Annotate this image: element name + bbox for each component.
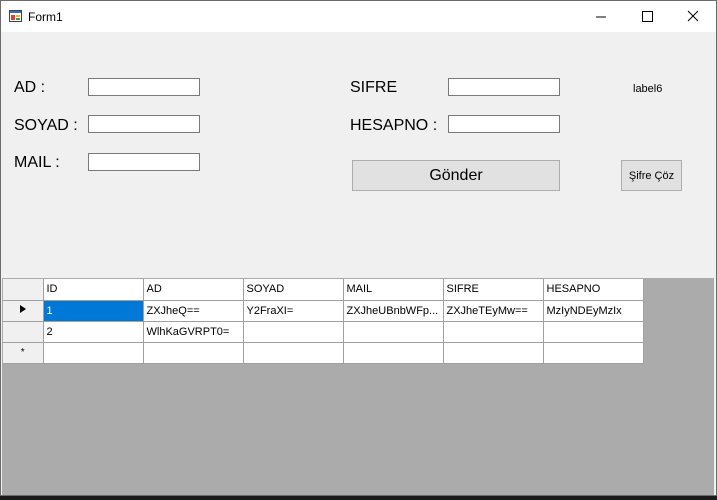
grid-cell[interactable]: ZXJheQ== — [143, 300, 244, 322]
new-row[interactable]: * — [3, 342, 644, 364]
ad-input[interactable] — [88, 78, 200, 96]
row-header[interactable] — [3, 321, 44, 343]
grid-cell[interactable]: ZXJheTEyMw== — [443, 300, 544, 322]
title-bar[interactable]: Form1 — [1, 1, 716, 32]
grid-cell[interactable] — [443, 321, 544, 343]
data-grid: ID AD SOYAD MAIL SIFRE HESAPNO 1 ZXJheQ=… — [3, 279, 644, 364]
soyad-input[interactable] — [88, 115, 200, 133]
grid-cell[interactable]: MzIyNDEyMzIx — [543, 300, 644, 322]
sifre-input[interactable] — [448, 78, 560, 96]
minimize-button[interactable] — [578, 1, 624, 32]
row-header-current[interactable] — [3, 300, 44, 322]
grid-cell[interactable] — [243, 321, 344, 343]
column-header-mail[interactable]: MAIL — [343, 279, 444, 301]
grid-cell[interactable]: 2 — [43, 321, 144, 343]
grid-corner-header[interactable] — [3, 279, 44, 301]
window-title: Form1 — [28, 10, 63, 24]
grid-cell[interactable]: Y2FraXI= — [243, 300, 344, 322]
column-header-sifre[interactable]: SIFRE — [443, 279, 544, 301]
form1-window: Form1 AD : SOYAD : MAIL : SIFRE HESAPNO … — [0, 0, 717, 496]
column-header-id[interactable]: ID — [43, 279, 144, 301]
grid-cell[interactable] — [343, 321, 444, 343]
grid-cell[interactable]: WlhKaGVRPT0= — [143, 321, 244, 343]
grid-cell[interactable] — [43, 342, 144, 364]
grid-cell[interactable] — [143, 342, 244, 364]
close-icon — [687, 10, 699, 22]
grid-cell[interactable]: 1 — [43, 300, 144, 322]
mail-label: MAIL : — [14, 154, 60, 171]
ad-label: AD : — [14, 79, 46, 96]
grid-cell[interactable] — [543, 321, 644, 343]
maximize-button[interactable] — [624, 1, 670, 32]
close-button[interactable] — [670, 1, 716, 32]
grid-cell[interactable]: ZXJheUBnbWFp... — [343, 300, 444, 322]
soyad-label: SOYAD : — [14, 117, 78, 134]
new-row-marker[interactable]: * — [3, 342, 44, 364]
grid-header-row: ID AD SOYAD MAIL SIFRE HESAPNO — [3, 279, 644, 301]
mail-input[interactable] — [88, 153, 200, 171]
column-header-ad[interactable]: AD — [143, 279, 244, 301]
column-header-hesapno[interactable]: HESAPNO — [543, 279, 644, 301]
sifre-label: SIFRE — [350, 79, 398, 96]
column-header-soyad[interactable]: SOYAD — [243, 279, 344, 301]
table-row[interactable]: 1 ZXJheQ== Y2FraXI= ZXJheUBnbWFp... ZXJh… — [3, 300, 644, 322]
label6: label6 — [633, 83, 663, 95]
minimize-icon — [596, 16, 606, 18]
gonder-button[interactable]: Gönder — [352, 160, 560, 191]
grid-cell[interactable] — [243, 342, 344, 364]
hesapno-label: HESAPNO : — [350, 117, 438, 134]
current-row-arrow-icon — [19, 305, 26, 313]
table-row[interactable]: 2 WlhKaGVRPT0= — [3, 321, 644, 343]
grid-cell[interactable] — [543, 342, 644, 364]
hesapno-input[interactable] — [448, 115, 560, 133]
sifre-coz-button[interactable]: Şifre Çöz — [621, 160, 682, 191]
maximize-icon — [642, 11, 653, 22]
app-icon — [9, 10, 22, 22]
grid-cell[interactable] — [343, 342, 444, 364]
grid-cell[interactable] — [443, 342, 544, 364]
